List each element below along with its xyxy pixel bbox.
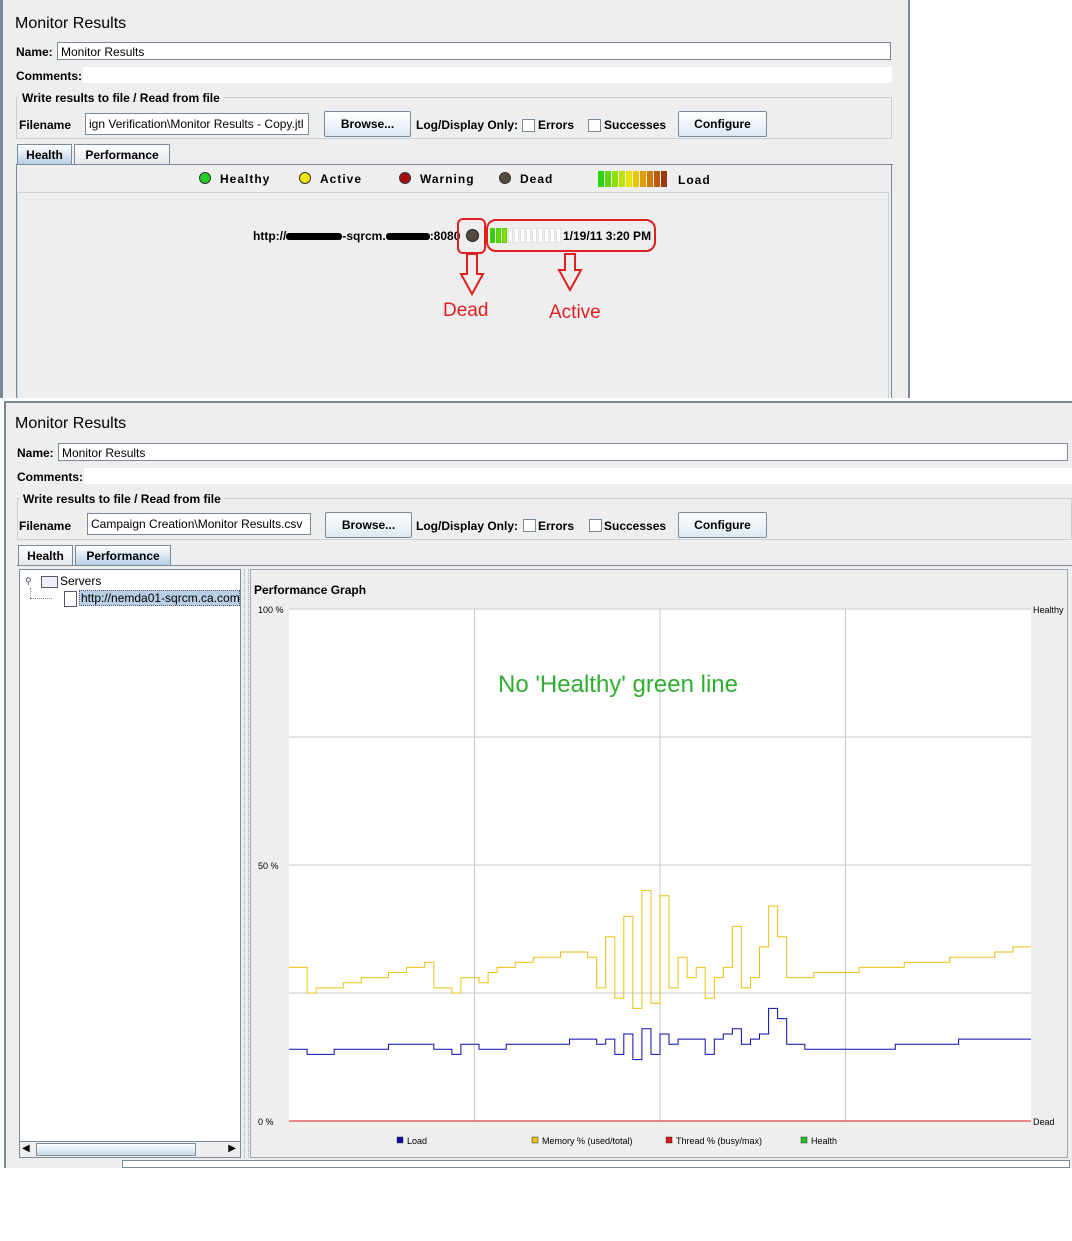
tab-health[interactable]: Health	[17, 144, 72, 164]
comments-label: Comments:	[16, 69, 83, 83]
load-scale-icon	[598, 171, 668, 187]
server-tree: ⚲ Servers http://nemda01-sqrcm.ca.com ◀ …	[19, 569, 241, 1158]
graph-annotation: No 'Healthy' green line	[498, 671, 738, 698]
graph-title: Performance Graph	[254, 583, 367, 597]
successes-checkbox[interactable]	[588, 119, 601, 132]
load-scale-segment	[661, 171, 667, 187]
healthy-icon	[199, 172, 211, 184]
load-scale-segment	[612, 171, 618, 187]
monitor-results-panel-performance: Monitor Results Name: Monitor Results Co…	[4, 401, 1072, 1167]
legend-label: Health	[811, 1136, 837, 1146]
name-field[interactable]: Monitor Results	[58, 443, 1068, 461]
server-url-prefix: http://	[253, 229, 287, 243]
window-edge	[0, 0, 3, 398]
file-group-title: Write results to file / Read from file	[19, 91, 223, 105]
legend-label: Thread % (busy/max)	[676, 1136, 762, 1146]
file-group-title: Write results to file / Read from file	[20, 492, 224, 506]
tab-health[interactable]: Health	[18, 545, 73, 565]
legend-warning: Warning	[420, 172, 475, 186]
load-scale-segment	[640, 171, 646, 187]
tree-root-servers[interactable]: Servers	[60, 574, 101, 588]
load-scale-segment	[598, 171, 604, 187]
name-field[interactable]: Monitor Results	[57, 42, 891, 60]
legend-active: Active	[320, 172, 363, 186]
legend-load: Load	[678, 173, 711, 187]
legend-swatch	[800, 1136, 808, 1144]
folder-icon	[41, 576, 58, 588]
server-url-mid: -sqrcm.	[342, 229, 386, 243]
name-label: Name:	[17, 446, 54, 460]
tree-expand-icon[interactable]: ⚲	[25, 576, 32, 587]
panel-title: Monitor Results	[15, 415, 127, 432]
tree-line	[30, 598, 52, 600]
comments-field[interactable]	[83, 67, 892, 83]
tab-performance[interactable]: Performance	[74, 144, 170, 164]
right-label-dead: Dead	[1033, 1117, 1055, 1127]
next-field-stub	[122, 1160, 1070, 1168]
filename-input[interactable]: ign Verification\Monitor Results - Copy.…	[85, 113, 309, 135]
dead-annotation: Dead	[443, 300, 489, 321]
y-tick-label: 100 %	[258, 605, 284, 615]
load-scale-segment	[626, 171, 632, 187]
load-scale-segment	[633, 171, 639, 187]
warning-icon	[399, 172, 411, 184]
active-icon	[299, 172, 311, 184]
tab-performance[interactable]: Performance	[75, 545, 171, 565]
active-arrow-icon	[557, 253, 583, 293]
log-display-label: Log/Display Only:	[416, 519, 519, 533]
errors-label: Errors	[538, 118, 575, 132]
scroll-thumb[interactable]	[36, 1143, 196, 1156]
scroll-left-icon[interactable]: ◀	[22, 1143, 30, 1154]
split-divider[interactable]	[244, 569, 249, 1158]
y-tick-label: 0 %	[258, 1117, 274, 1127]
legend-swatch	[531, 1136, 539, 1144]
y-tick-label: 50 %	[258, 861, 279, 871]
load-scale-segment	[647, 171, 653, 187]
log-display-label: Log/Display Only:	[416, 118, 519, 132]
name-label: Name:	[16, 45, 53, 59]
filename-label: Filename	[19, 519, 72, 533]
tree-line	[30, 588, 32, 598]
errors-checkbox[interactable]	[523, 519, 536, 532]
right-label-healthy: Healthy	[1033, 605, 1064, 615]
successes-checkbox[interactable]	[589, 519, 602, 532]
successes-label: Successes	[604, 118, 667, 132]
legend-label: Memory % (used/total)	[542, 1136, 633, 1146]
redaction-mark	[385, 233, 430, 241]
browse-button[interactable]: Browse...	[325, 512, 412, 538]
configure-button[interactable]: Configure	[678, 111, 767, 137]
legend-healthy: Healthy	[220, 172, 271, 186]
filename-input[interactable]: Campaign Creation\Monitor Results.csv	[87, 513, 311, 535]
active-annotation: Active	[549, 302, 601, 323]
load-scale-segment	[654, 171, 660, 187]
tree-hscrollbar[interactable]: ◀ ▶	[20, 1141, 240, 1157]
tree-item-server[interactable]: http://nemda01-sqrcm.ca.com	[79, 590, 240, 606]
configure-button[interactable]: Configure	[678, 512, 767, 538]
dead-arrow-icon	[459, 253, 485, 297]
legend-swatch	[665, 1136, 673, 1144]
legend-label: Load	[407, 1136, 427, 1146]
panel-title: Monitor Results	[15, 15, 127, 32]
errors-label: Errors	[538, 519, 575, 533]
monitor-results-panel-health: Monitor Results Name: Monitor Results Co…	[0, 0, 910, 398]
comments-field[interactable]	[84, 468, 1072, 484]
tab-divider	[17, 565, 1072, 566]
legend-dead: Dead	[520, 172, 554, 186]
dead-highlight-box	[457, 218, 486, 254]
successes-label: Successes	[604, 519, 667, 533]
comments-label: Comments:	[17, 470, 84, 484]
load-scale-segment	[605, 171, 611, 187]
browse-button[interactable]: Browse...	[324, 111, 411, 137]
legend-swatch	[396, 1136, 404, 1144]
errors-checkbox[interactable]	[522, 119, 535, 132]
dead-icon	[499, 172, 511, 184]
redaction-mark	[286, 233, 343, 241]
file-icon	[64, 591, 77, 607]
scroll-right-icon[interactable]: ▶	[228, 1143, 236, 1154]
server-url: http://-sqrcm.:8080	[253, 229, 460, 243]
load-scale-segment	[619, 171, 625, 187]
active-highlight-box	[486, 219, 656, 252]
filename-label: Filename	[19, 118, 72, 132]
